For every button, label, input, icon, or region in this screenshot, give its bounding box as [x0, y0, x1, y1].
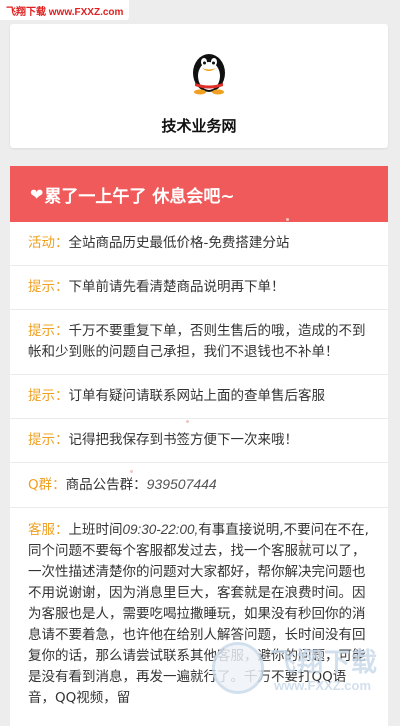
row-label: 提示： [28, 388, 69, 404]
service-text-before: 上班时间 [68, 522, 123, 538]
snowflake-decoration [186, 420, 189, 423]
source-watermark: 飞翔下载 www.FXXZ.com [0, 0, 130, 20]
notice-row-activity: 活动：全站商品历史最低价格-免费搭建分站 [10, 222, 388, 266]
row-label: 提示： [28, 432, 69, 448]
qq-group-prefix: 商品公告群： [65, 477, 147, 493]
notice-row-qq-group: Q群：商品公告群：939507444 [10, 463, 388, 508]
notice-row-tip-2: 提示：千万不要重复下单，否则生售后的哦，造成的不到帐和少到账的问题自己承担，我们… [10, 310, 388, 375]
row-label: 活动： [28, 235, 69, 251]
row-text: 订单有疑问请联系网站上面的查单售后客服 [68, 388, 326, 404]
watermark-text: 飞翔下载 [270, 648, 379, 678]
service-hours: 09:30-22:00, [122, 522, 199, 537]
heart-icon: ❤ [30, 184, 44, 204]
notice-row-tip-1: 提示：下单前请先看清楚商品说明再下单！ [10, 266, 388, 310]
row-label: 客服： [28, 522, 69, 538]
snowflake-decoration [300, 540, 303, 543]
row-label: Q群： [28, 477, 66, 493]
row-label: 提示： [28, 323, 69, 339]
qq-group-number[interactable]: 939507444 [147, 476, 217, 492]
row-text: 记得把我保存到书签方便下一次来哦！ [68, 432, 299, 448]
row-text: 全站商品历史最低价格-免费搭建分站 [68, 235, 290, 251]
notice-banner: ❤ 累了一上午了 休息会吧~ [10, 166, 388, 222]
watermark-url: www.FXXZ.com [274, 678, 372, 693]
row-text: 下单前请先看清楚商品说明再下单！ [68, 279, 285, 295]
watermark-logo-icon [212, 642, 264, 694]
site-header-card: 技术业务网 [10, 24, 388, 148]
row-text: 千万不要重复下单，否则生售后的哦，造成的不到帐和少到账的问题自己承担，我们不退钱… [28, 323, 366, 360]
penguin-logo-icon [193, 54, 225, 95]
notice-banner-text: 累了一上午了 休息会吧~ [44, 186, 235, 207]
row-label: 提示： [28, 279, 69, 295]
notice-row-tip-4: 提示：记得把我保存到书签方便下一次来哦！ [10, 419, 388, 463]
site-title: 技术业务网 [161, 117, 237, 135]
notice-row-tip-3: 提示：订单有疑问请联系网站上面的查单售后客服 [10, 375, 388, 419]
snowflake-decoration [286, 218, 289, 221]
site-watermark: 飞翔下载 www.FXXZ.com [212, 640, 390, 704]
snowflake-decoration [130, 470, 133, 473]
